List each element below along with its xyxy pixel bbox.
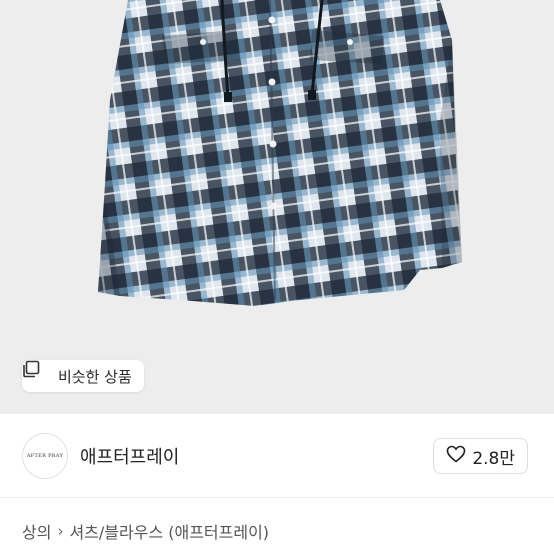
shop-name[interactable]: 애프터프레이 (80, 443, 179, 469)
similar-items-label: 비슷한 상품 (58, 367, 132, 386)
shop-avatar[interactable]: AFTER PRAY (22, 433, 68, 479)
shop-like-button[interactable]: 2.8만 (433, 438, 528, 474)
breadcrumb-item-category[interactable]: 상의 (22, 519, 51, 543)
shop-info-row[interactable]: AFTER PRAY 애프터프레이 2.8만 (0, 414, 554, 498)
similar-items-button[interactable]: 비슷한 상품 (22, 360, 144, 392)
chevron-right-icon: › (57, 522, 64, 540)
shop-like-count: 2.8만 (472, 448, 515, 469)
shop-logo-text: AFTER PRAY (26, 453, 64, 459)
product-image[interactable]: 비슷한 상품 (0, 0, 554, 414)
heart-outline-icon (446, 445, 466, 468)
breadcrumb: 상의 › 셔츠/블라우스 (애프터프레이) (22, 519, 269, 543)
checked-shirt-photo (0, 0, 554, 414)
copy-stack-icon (23, 360, 52, 385)
breadcrumb-item-subcategory[interactable]: 셔츠/블라우스 (애프터프레이) (69, 519, 269, 543)
